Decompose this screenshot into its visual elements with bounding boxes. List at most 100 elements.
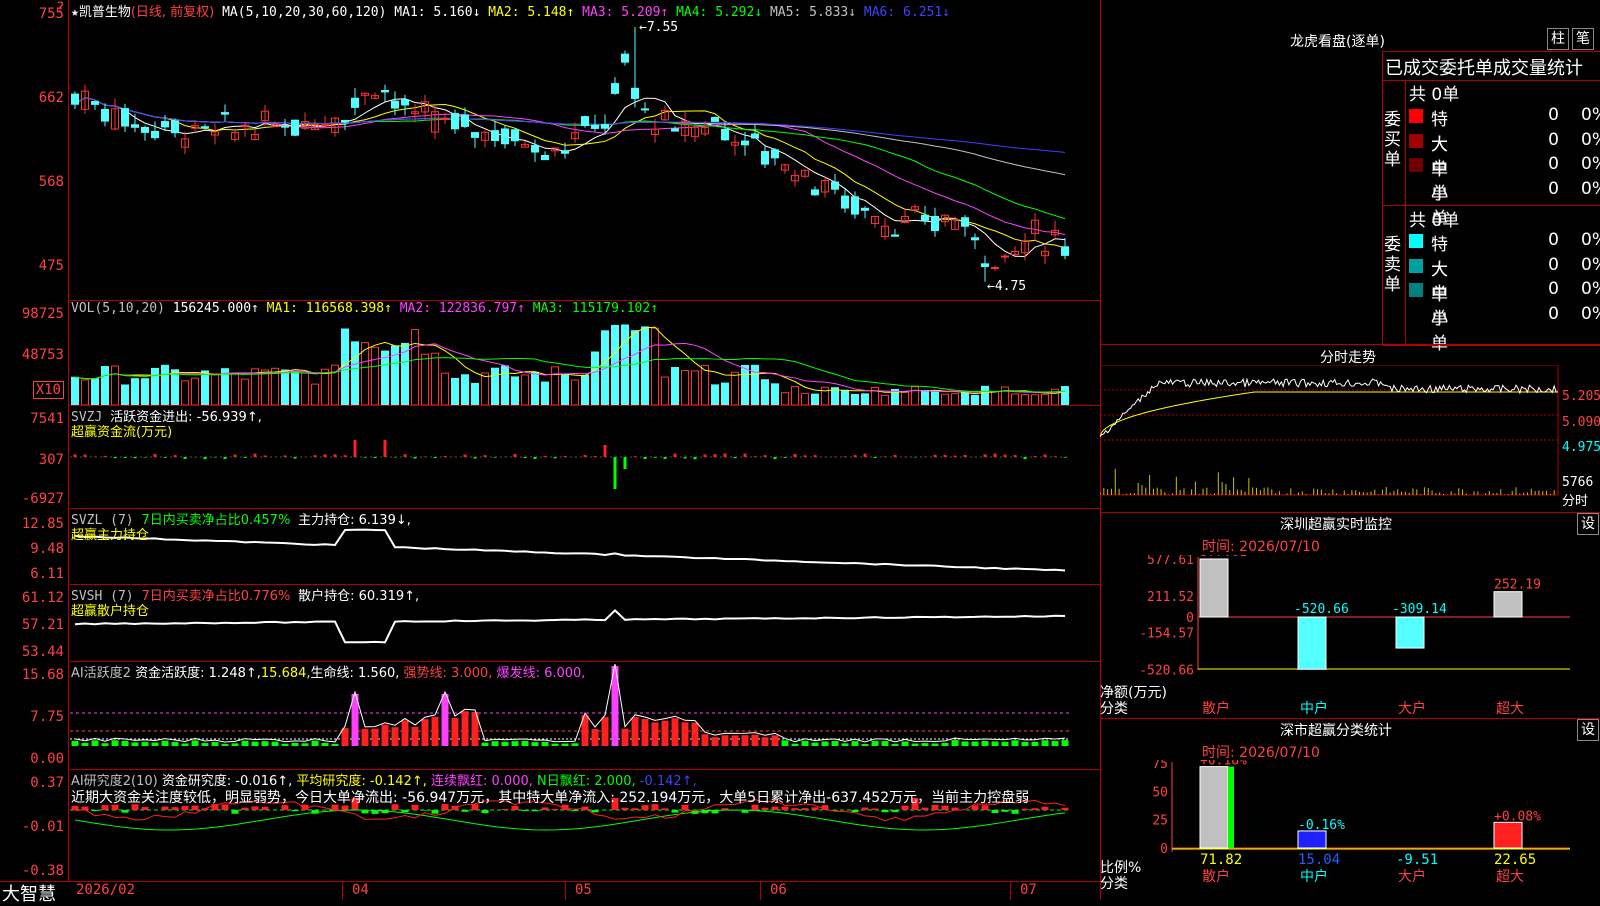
monitor-bar-label: 252.19	[1494, 578, 1541, 593]
order-row-pct: 0%	[1581, 304, 1600, 324]
candle-body	[832, 182, 839, 189]
class-bar	[1200, 767, 1228, 848]
volume-bar	[312, 384, 319, 405]
volume-bar	[742, 365, 749, 405]
candle-body	[592, 125, 599, 128]
volume-bar	[422, 354, 429, 405]
research-bar	[232, 810, 239, 814]
active-bar	[122, 741, 129, 746]
active-bar	[152, 743, 159, 746]
research-bar	[262, 807, 269, 810]
active-bar	[802, 741, 809, 746]
active-bar	[322, 743, 329, 746]
volume-chart[interactable]	[70, 318, 1100, 405]
flow-bar	[704, 454, 707, 457]
question-mark[interactable]: ?	[56, 0, 64, 16]
volume-bar	[972, 395, 979, 405]
bar-mode-button[interactable]: 柱	[1547, 28, 1569, 50]
flow-bar	[654, 457, 657, 458]
order-row-pct: 0%	[1581, 179, 1600, 199]
ai-active-label: AI活跃度2	[71, 666, 131, 681]
kline-chart[interactable]: ←7.55←4.75	[70, 18, 1100, 300]
active-bar	[792, 744, 799, 746]
research-bar	[1012, 810, 1019, 814]
active-bar	[662, 721, 669, 746]
flow-bar	[364, 457, 367, 458]
flow-bar	[534, 457, 537, 459]
flow-bar	[1054, 456, 1057, 457]
flow-bar	[664, 457, 667, 459]
candle-body	[442, 119, 449, 120]
flow-bar	[694, 457, 697, 459]
volume-bar	[482, 373, 489, 405]
volume-bar	[932, 392, 939, 405]
svzl-chart[interactable]	[70, 528, 1100, 584]
svsh-ratio: 7日内买卖净占比0.776%	[141, 589, 290, 604]
sz-class-time: 时间: 2026/07/10	[1202, 742, 1320, 762]
svzl-axis: 12.85 9.48 6.11	[0, 508, 69, 584]
active-bar	[212, 742, 219, 746]
candle-body	[922, 215, 929, 220]
order-row-count: 0	[1541, 130, 1559, 150]
ai-active-axis: 15.68 7.75 0.00	[0, 661, 69, 769]
candle-body	[932, 216, 939, 230]
class-ytick: 25	[1152, 814, 1168, 829]
buy-total: 共 0单	[1409, 80, 1459, 105]
divider	[1405, 80, 1406, 344]
color-swatch	[1409, 158, 1423, 172]
active-bar	[682, 722, 689, 746]
monitor-ytick: 211.52	[1147, 590, 1194, 605]
volume-bar	[372, 347, 379, 405]
order-row-label: 小单	[1431, 304, 1448, 354]
active-bar	[852, 741, 859, 746]
active-bar	[992, 741, 999, 746]
class-category: 中户	[1300, 868, 1328, 885]
flow-bar	[594, 456, 597, 457]
sz-class-settings-button[interactable]: 设	[1577, 719, 1599, 741]
active-bar	[292, 743, 299, 746]
active-bar	[632, 717, 639, 746]
research-bar	[162, 807, 169, 810]
research-bar	[782, 807, 789, 810]
active-bar	[1002, 742, 1009, 746]
volume-bar	[132, 379, 139, 405]
monitor-bar	[1200, 559, 1228, 617]
flow-bar	[1034, 456, 1037, 457]
volume-bar	[442, 373, 449, 405]
volume-bar	[412, 330, 419, 405]
candle-body	[122, 109, 129, 126]
candle-body	[722, 129, 729, 139]
volume-bar	[92, 379, 99, 405]
monitor-bar	[1396, 617, 1424, 648]
active-bar	[912, 744, 919, 746]
active-bar	[182, 743, 189, 746]
active-bar	[672, 718, 679, 746]
active-bar	[262, 741, 269, 746]
volume-bar	[82, 380, 89, 405]
longhu-tabs[interactable]: 已成交委托单成交量统计	[1382, 51, 1600, 81]
fenshi-title: 分时走势	[1320, 347, 1376, 367]
active-bar	[242, 741, 249, 746]
svsh-hold: 散户持仓: 60.319↑,	[298, 589, 419, 604]
flow-bar	[764, 455, 767, 457]
svsh-chart[interactable]	[70, 604, 1100, 661]
active-bar	[902, 741, 909, 746]
sz-monitor-settings-button[interactable]: 设	[1577, 513, 1599, 535]
ai-active-tick: 0.00	[30, 751, 64, 767]
ai-active-e: 爆发线: 6.000,	[497, 666, 586, 681]
active-bar	[482, 743, 489, 746]
volume-bar	[782, 393, 789, 405]
intraday-chart[interactable]	[1100, 365, 1600, 510]
volume-bar	[302, 373, 309, 405]
flow-bar	[784, 457, 787, 458]
pen-mode-button[interactable]: 笔	[1572, 28, 1594, 50]
ai-research-tick: -0.38	[22, 863, 64, 879]
flow-bar	[1014, 455, 1017, 457]
flow-bar	[734, 457, 737, 458]
flow-bar	[384, 440, 387, 457]
svzj-chart[interactable]	[70, 440, 1100, 508]
candle-body	[512, 130, 519, 141]
monitor-category: 大户	[1398, 700, 1426, 717]
volume-bar	[632, 331, 639, 405]
flow-bar	[354, 440, 357, 457]
